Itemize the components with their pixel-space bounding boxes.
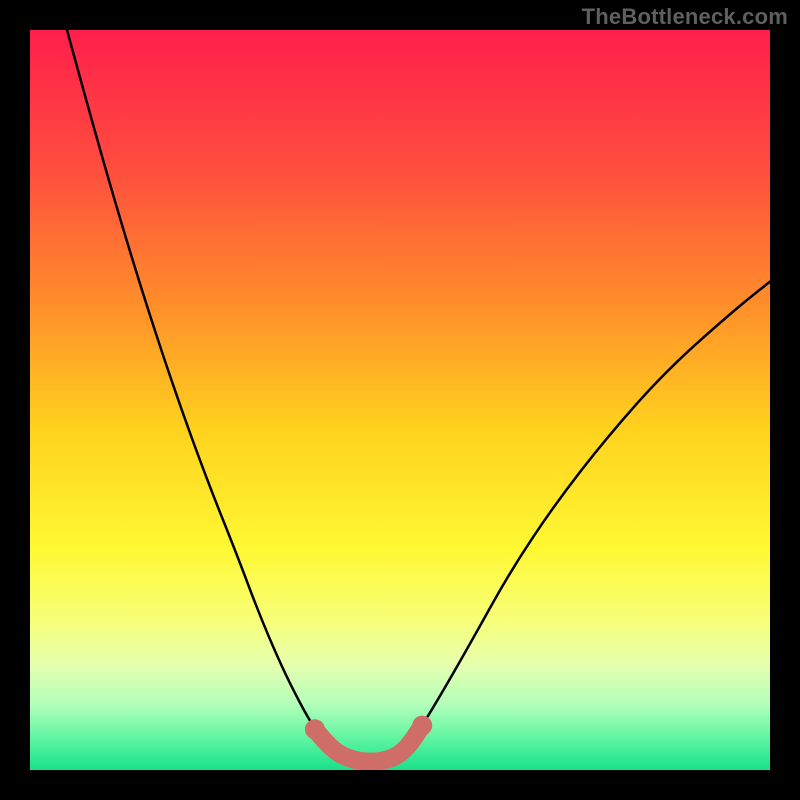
bottleneck-chart [0, 0, 800, 800]
chart-frame: TheBottleneck.com [0, 0, 800, 800]
watermark-text: TheBottleneck.com [582, 4, 788, 30]
gradient-background [30, 30, 770, 770]
